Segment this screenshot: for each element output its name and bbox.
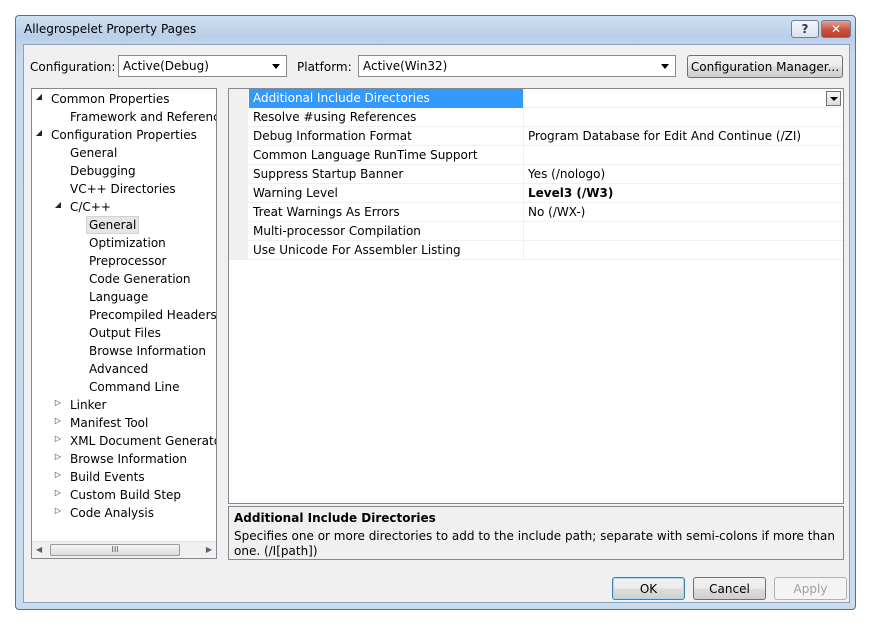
category-tree[interactable]: ◢ Common Properties Framework and Refere… [31, 88, 217, 559]
property-name[interactable]: Suppress Startup Banner [249, 165, 524, 184]
row-gutter [229, 89, 248, 108]
collapsed-icon[interactable]: ▷ [53, 434, 63, 443]
window-title: Allegrospelet Property Pages [24, 22, 197, 36]
property-value[interactable] [525, 241, 843, 260]
tree-item-optimization[interactable]: Optimization [89, 235, 166, 251]
tree-item-browse-information-tool[interactable]: Browse Information [70, 451, 187, 467]
row-gutter [229, 127, 248, 146]
row-gutter [229, 165, 248, 184]
dialog-body: Configuration: Active(Debug) Platform: A… [23, 44, 850, 603]
property-row[interactable]: Warning Level Level3 (/W3) [229, 184, 843, 203]
title-bar[interactable]: Allegrospelet Property Pages ? ✕ [16, 16, 855, 44]
property-pages-window: Allegrospelet Property Pages ? ✕ Configu… [15, 15, 856, 610]
row-gutter [229, 146, 248, 165]
property-value[interactable] [525, 222, 843, 241]
description-panel: Additional Include Directories Specifies… [228, 506, 844, 560]
property-row[interactable]: Multi-processor Compilation [229, 222, 843, 241]
collapsed-icon[interactable]: ▷ [53, 506, 63, 515]
apply-button[interactable]: Apply [774, 577, 847, 600]
property-value[interactable]: Program Database for Edit And Continue (… [525, 127, 843, 146]
tree-item-output-files[interactable]: Output Files [89, 325, 161, 341]
collapsed-icon[interactable]: ▷ [53, 416, 63, 425]
property-grid[interactable]: Additional Include Directories Resolve #… [228, 88, 844, 504]
chevron-down-icon [661, 64, 669, 69]
row-gutter [229, 108, 248, 127]
platform-value: Active(Win32) [363, 59, 448, 73]
tree-item-browse-information[interactable]: Browse Information [89, 343, 206, 359]
property-row[interactable]: Use Unicode For Assembler Listing [229, 241, 843, 260]
property-value[interactable]: No (/WX-) [525, 203, 843, 222]
tree-item-vc-directories[interactable]: VC++ Directories [70, 181, 176, 197]
tree-horizontal-scrollbar[interactable]: ◀ III ▶ [32, 541, 216, 558]
expanded-icon[interactable]: ◢ [53, 200, 63, 209]
property-name[interactable]: Common Language RunTime Support [249, 146, 524, 165]
tree-item-advanced[interactable]: Advanced [89, 361, 148, 377]
collapsed-icon[interactable]: ▷ [53, 470, 63, 479]
property-row[interactable]: Debug Information Format Program Databas… [229, 127, 843, 146]
property-value[interactable] [525, 108, 843, 127]
row-gutter [229, 222, 248, 241]
cancel-button[interactable]: Cancel [693, 577, 766, 600]
platform-label: Platform: [297, 60, 352, 74]
property-row[interactable]: Treat Warnings As Errors No (/WX-) [229, 203, 843, 222]
tree-item-cpp-general[interactable]: General [85, 216, 140, 234]
tree-item-configuration-properties[interactable]: Configuration Properties [51, 127, 197, 143]
platform-select[interactable]: Active(Win32) [358, 55, 676, 77]
configuration-label: Configuration: [30, 60, 116, 74]
property-name[interactable]: Warning Level [249, 184, 524, 203]
scrollbar-thumb[interactable]: III [50, 544, 180, 556]
description-title: Additional Include Directories [234, 511, 436, 525]
tree-item-build-events[interactable]: Build Events [70, 469, 145, 485]
property-name[interactable]: Treat Warnings As Errors [249, 203, 524, 222]
property-row[interactable]: Suppress Startup Banner Yes (/nologo) [229, 165, 843, 184]
property-row[interactable]: Resolve #using References [229, 108, 843, 127]
expanded-icon[interactable]: ◢ [34, 92, 44, 101]
tree-item-common-properties[interactable]: Common Properties [51, 91, 170, 107]
tree-item-linker[interactable]: Linker [70, 397, 106, 413]
property-value[interactable]: Yes (/nologo) [525, 165, 843, 184]
collapsed-icon[interactable]: ▷ [53, 398, 63, 407]
property-name[interactable]: Resolve #using References [249, 108, 524, 127]
property-name[interactable]: Multi-processor Compilation [249, 222, 524, 241]
property-name[interactable]: Debug Information Format [249, 127, 524, 146]
expanded-icon[interactable]: ◢ [34, 128, 44, 137]
property-name[interactable]: Use Unicode For Assembler Listing [249, 241, 524, 260]
tree-item-language[interactable]: Language [89, 289, 148, 305]
tree-item-xml-document-generator[interactable]: XML Document Generator [70, 433, 216, 449]
property-row[interactable]: Additional Include Directories [229, 89, 843, 108]
property-name[interactable]: Additional Include Directories [249, 89, 524, 108]
collapsed-icon[interactable]: ▷ [53, 452, 63, 461]
ok-button[interactable]: OK [612, 577, 685, 600]
row-gutter [229, 184, 248, 203]
property-value[interactable] [525, 89, 843, 108]
tree-item-precompiled-headers[interactable]: Precompiled Headers [89, 307, 216, 323]
tree-item-command-line[interactable]: Command Line [89, 379, 180, 395]
scroll-left-icon[interactable]: ◀ [36, 545, 42, 554]
row-gutter [229, 241, 248, 260]
close-button[interactable]: ✕ [821, 20, 851, 38]
description-text: Specifies one or more directories to add… [234, 529, 836, 558]
property-value[interactable]: Level3 (/W3) [525, 184, 843, 203]
tree-item-manifest-tool[interactable]: Manifest Tool [70, 415, 148, 431]
tree-item-framework-references[interactable]: Framework and References [70, 109, 216, 125]
collapsed-icon[interactable]: ▷ [53, 488, 63, 497]
tree-item-code-analysis[interactable]: Code Analysis [70, 505, 154, 521]
row-gutter [229, 203, 248, 222]
tree-item-code-generation[interactable]: Code Generation [89, 271, 190, 287]
help-button[interactable]: ? [791, 20, 819, 38]
tree-item-debugging[interactable]: Debugging [70, 163, 136, 179]
property-row[interactable]: Common Language RunTime Support [229, 146, 843, 165]
chevron-down-icon [272, 64, 280, 69]
tree-item-custom-build-step[interactable]: Custom Build Step [70, 487, 181, 503]
configuration-select[interactable]: Active(Debug) [118, 55, 287, 77]
scroll-right-icon[interactable]: ▶ [206, 545, 212, 554]
tree-item-general[interactable]: General [70, 145, 117, 161]
tree-item-cpp[interactable]: C/C++ [70, 199, 111, 215]
dropdown-arrow-icon[interactable] [826, 91, 841, 106]
tree-item-preprocessor[interactable]: Preprocessor [89, 253, 166, 269]
configuration-manager-button[interactable]: Configuration Manager... [687, 55, 843, 78]
configuration-value: Active(Debug) [123, 59, 209, 73]
property-value[interactable] [525, 146, 843, 165]
